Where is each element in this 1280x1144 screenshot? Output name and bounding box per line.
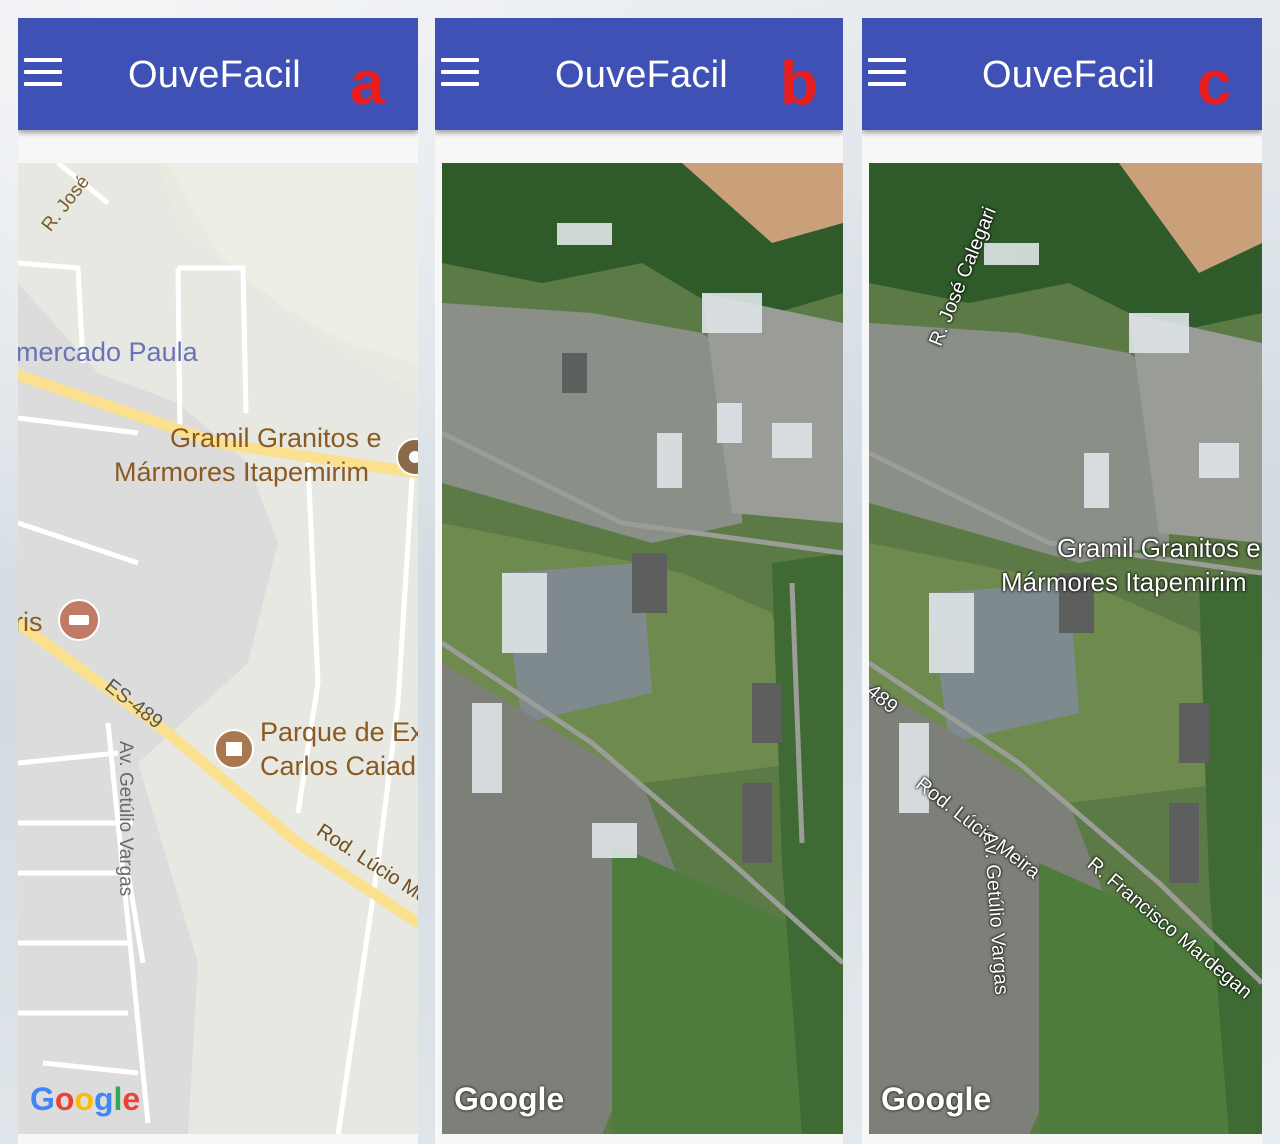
app-title: OuveFacil [982, 54, 1155, 96]
menu-icon[interactable] [24, 58, 62, 90]
app-bar: OuveFacil b [435, 18, 843, 130]
poi-label-gramil-line1: Gramil Granitos e [170, 423, 382, 453]
panel-c-hybrid: OuveFacil c R. José Calegari Gramil Gran… [862, 18, 1262, 1144]
poi-label-gramil-line2: Mármores Itapemirim [114, 457, 370, 487]
menu-icon[interactable] [441, 58, 479, 90]
menu-icon[interactable] [868, 58, 906, 90]
panel-letter: c [1197, 49, 1232, 118]
poi-label-parque-line1: Parque de Ex [260, 717, 418, 747]
roadmap-canvas [18, 163, 418, 1134]
poi-label-gramil-line1: Gramil Granitos e [1057, 533, 1261, 563]
satellite-canvas [442, 163, 843, 1134]
app-bar: OuveFacil a [18, 18, 418, 130]
road-label-getulio: Av. Getúlio Vargas [115, 741, 136, 897]
hybrid-canvas [869, 163, 1262, 1134]
app-bar: OuveFacil c [862, 18, 1262, 130]
google-logo: Google [881, 1081, 992, 1117]
poi-label-parque-line2: Carlos Caiad [260, 751, 417, 781]
google-logo: Google [454, 1081, 565, 1117]
panel-b-satellite: OuveFacil b Google [435, 18, 843, 1144]
google-logo: Google [30, 1081, 141, 1117]
map-view[interactable]: R. José mercado Paula Gramil Granitos e … [18, 163, 418, 1134]
app-title: OuveFacil [128, 54, 301, 96]
panel-letter: b [780, 49, 818, 118]
panel-a-roadmap: OuveFacil a R. José mercado Paula Gramil… [18, 18, 418, 1144]
poi-label-hotel: ris [18, 607, 43, 637]
hotel-icon[interactable] [58, 599, 100, 641]
panel-letter: a [350, 49, 385, 118]
map-view[interactable]: R. José Calegari Gramil Granitos e Mármo… [869, 163, 1262, 1134]
app-title: OuveFacil [555, 54, 728, 96]
poi-label-mercado: mercado Paula [18, 337, 198, 367]
poi-label-gramil-line2: Mármores Itapemirim [1001, 567, 1247, 597]
map-view[interactable]: Google [442, 163, 843, 1134]
park-icon[interactable] [214, 729, 254, 769]
